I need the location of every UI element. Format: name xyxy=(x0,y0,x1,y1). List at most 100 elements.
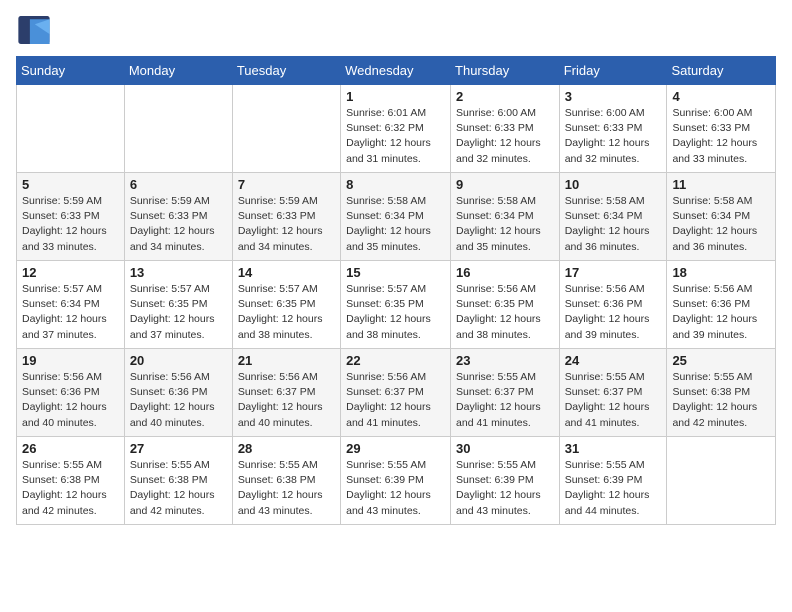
header-row: SundayMondayTuesdayWednesdayThursdayFrid… xyxy=(17,57,776,85)
day-number: 10 xyxy=(565,177,662,192)
calendar-cell: 2Sunrise: 6:00 AMSunset: 6:33 PMDaylight… xyxy=(451,85,560,173)
page-header xyxy=(16,16,776,44)
calendar-cell: 30Sunrise: 5:55 AMSunset: 6:39 PMDayligh… xyxy=(451,437,560,525)
calendar-cell: 1 Sunrise: 6:01 AMSunset: 6:32 PMDaylight… xyxy=(341,85,451,173)
day-info: Sunrise: 5:55 AMSunset: 6:38 PMDaylight:… xyxy=(238,458,335,519)
day-number: 17 xyxy=(565,265,662,280)
day-number: 26 xyxy=(22,441,119,456)
day-number: 6 xyxy=(130,177,227,192)
weekday-header-saturday: Saturday xyxy=(667,57,776,85)
day-info: Sunrise: 5:56 AMSunset: 6:37 PMDaylight:… xyxy=(238,370,335,431)
day-info: Sunrise: 5:57 AMSunset: 6:34 PMDaylight:… xyxy=(22,282,119,343)
day-number: 23 xyxy=(456,353,554,368)
week-row-2: 5 Sunrise: 5:59 AMSunset: 6:33 PMDaylight… xyxy=(17,173,776,261)
day-number: 4 xyxy=(672,89,770,104)
calendar-cell: 22Sunrise: 5:56 AMSunset: 6:37 PMDayligh… xyxy=(341,349,451,437)
calendar-cell: 4 Sunrise: 6:00 AMSunset: 6:33 PMDaylight… xyxy=(667,85,776,173)
calendar-cell: 7 Sunrise: 5:59 AMSunset: 6:33 PMDaylight… xyxy=(232,173,340,261)
day-info: Sunrise: 5:55 AMSunset: 6:38 PMDaylight:… xyxy=(130,458,227,519)
day-info: Sunrise: 5:58 AMSunset: 6:34 PMDaylight:… xyxy=(672,194,770,255)
calendar-cell: 25Sunrise: 5:55 AMSunset: 6:38 PMDayligh… xyxy=(667,349,776,437)
day-number: 24 xyxy=(565,353,662,368)
calendar-cell: 14Sunrise: 5:57 AMSunset: 6:35 PMDayligh… xyxy=(232,261,340,349)
day-info: Sunrise: 6:00 AMSunset: 6:33 PMDaylight:… xyxy=(565,106,662,167)
calendar-cell: 11 Sunrise: 5:58 AMSunset: 6:34 PMDayligh… xyxy=(667,173,776,261)
calendar-cell: 23 Sunrise: 5:55 AMSunset: 6:37 PMDayligh… xyxy=(451,349,560,437)
day-info: Sunrise: 5:58 AMSunset: 6:34 PMDaylight:… xyxy=(565,194,662,255)
calendar-cell: 10 Sunrise: 5:58 AMSunset: 6:34 PMDayligh… xyxy=(559,173,667,261)
day-info: Sunrise: 5:58 AMSunset: 6:34 PMDaylight:… xyxy=(346,194,445,255)
calendar-cell: 15Sunrise: 5:57 AMSunset: 6:35 PMDayligh… xyxy=(341,261,451,349)
week-row-3: 12 Sunrise: 5:57 AMSunset: 6:34 PMDayligh… xyxy=(17,261,776,349)
weekday-header-monday: Monday xyxy=(124,57,232,85)
day-number: 12 xyxy=(22,265,119,280)
calendar-cell: 20 Sunrise: 5:56 AMSunset: 6:36 PMDayligh… xyxy=(124,349,232,437)
calendar-header: SundayMondayTuesdayWednesdayThursdayFrid… xyxy=(17,57,776,85)
day-info: Sunrise: 5:58 AMSunset: 6:34 PMDaylight:… xyxy=(456,194,554,255)
day-info: Sunrise: 5:56 AMSunset: 6:36 PMDaylight:… xyxy=(22,370,119,431)
weekday-header-thursday: Thursday xyxy=(451,57,560,85)
day-number: 13 xyxy=(130,265,227,280)
calendar-cell: 28 Sunrise: 5:55 AMSunset: 6:38 PMDayligh… xyxy=(232,437,340,525)
calendar-cell: 29Sunrise: 5:55 AMSunset: 6:39 PMDayligh… xyxy=(341,437,451,525)
calendar-cell: 16 Sunrise: 5:56 AMSunset: 6:35 PMDayligh… xyxy=(451,261,560,349)
calendar-cell: 5 Sunrise: 5:59 AMSunset: 6:33 PMDaylight… xyxy=(17,173,125,261)
weekday-header-wednesday: Wednesday xyxy=(341,57,451,85)
calendar-cell: 19 Sunrise: 5:56 AMSunset: 6:36 PMDayligh… xyxy=(17,349,125,437)
day-number: 7 xyxy=(238,177,335,192)
calendar-cell: 21 Sunrise: 5:56 AMSunset: 6:37 PMDayligh… xyxy=(232,349,340,437)
day-info: Sunrise: 5:55 AMSunset: 6:38 PMDaylight:… xyxy=(22,458,119,519)
day-number: 3 xyxy=(565,89,662,104)
day-number: 19 xyxy=(22,353,119,368)
day-info: Sunrise: 5:55 AMSunset: 6:39 PMDaylight:… xyxy=(456,458,554,519)
day-number: 28 xyxy=(238,441,335,456)
day-number: 27 xyxy=(130,441,227,456)
day-info: Sunrise: 5:55 AMSunset: 6:38 PMDaylight:… xyxy=(672,370,770,431)
day-number: 8 xyxy=(346,177,445,192)
calendar-cell: 13Sunrise: 5:57 AMSunset: 6:35 PMDayligh… xyxy=(124,261,232,349)
day-number: 11 xyxy=(672,177,770,192)
calendar-cell: 8 Sunrise: 5:58 AMSunset: 6:34 PMDaylight… xyxy=(341,173,451,261)
calendar-cell xyxy=(232,85,340,173)
weekday-header-friday: Friday xyxy=(559,57,667,85)
week-row-5: 26 Sunrise: 5:55 AMSunset: 6:38 PMDayligh… xyxy=(17,437,776,525)
day-number: 20 xyxy=(130,353,227,368)
calendar-cell: 26 Sunrise: 5:55 AMSunset: 6:38 PMDayligh… xyxy=(17,437,125,525)
day-number: 5 xyxy=(22,177,119,192)
logo xyxy=(16,16,54,44)
day-number: 22 xyxy=(346,353,445,368)
day-info: Sunrise: 5:59 AMSunset: 6:33 PMDaylight:… xyxy=(22,194,119,255)
day-info: Sunrise: 5:56 AMSunset: 6:36 PMDaylight:… xyxy=(672,282,770,343)
calendar-cell xyxy=(17,85,125,173)
day-info: Sunrise: 5:55 AMSunset: 6:37 PMDaylight:… xyxy=(456,370,554,431)
day-number: 16 xyxy=(456,265,554,280)
day-number: 29 xyxy=(346,441,445,456)
weekday-header-sunday: Sunday xyxy=(17,57,125,85)
week-row-4: 19 Sunrise: 5:56 AMSunset: 6:36 PMDayligh… xyxy=(17,349,776,437)
day-info: Sunrise: 5:59 AMSunset: 6:33 PMDaylight:… xyxy=(238,194,335,255)
day-info: Sunrise: 5:55 AMSunset: 6:37 PMDaylight:… xyxy=(565,370,662,431)
day-info: Sunrise: 5:56 AMSunset: 6:36 PMDaylight:… xyxy=(565,282,662,343)
day-number: 31 xyxy=(565,441,662,456)
day-info: Sunrise: 6:00 AMSunset: 6:33 PMDaylight:… xyxy=(672,106,770,167)
day-info: Sunrise: 5:55 AMSunset: 6:39 PMDaylight:… xyxy=(565,458,662,519)
day-info: Sunrise: 5:59 AMSunset: 6:33 PMDaylight:… xyxy=(130,194,227,255)
day-info: Sunrise: 5:57 AMSunset: 6:35 PMDaylight:… xyxy=(238,282,335,343)
day-number: 9 xyxy=(456,177,554,192)
day-info: Sunrise: 5:56 AMSunset: 6:35 PMDaylight:… xyxy=(456,282,554,343)
calendar-cell: 3 Sunrise: 6:00 AMSunset: 6:33 PMDaylight… xyxy=(559,85,667,173)
week-row-1: 1 Sunrise: 6:01 AMSunset: 6:32 PMDaylight… xyxy=(17,85,776,173)
calendar-cell xyxy=(667,437,776,525)
calendar-table: SundayMondayTuesdayWednesdayThursdayFrid… xyxy=(16,56,776,525)
calendar-cell: 12 Sunrise: 5:57 AMSunset: 6:34 PMDayligh… xyxy=(17,261,125,349)
calendar-cell: 17 Sunrise: 5:56 AMSunset: 6:36 PMDayligh… xyxy=(559,261,667,349)
day-info: Sunrise: 6:01 AMSunset: 6:32 PMDaylight:… xyxy=(346,106,445,167)
day-info: Sunrise: 6:00 AMSunset: 6:33 PMDaylight:… xyxy=(456,106,554,167)
day-info: Sunrise: 5:56 AMSunset: 6:36 PMDaylight:… xyxy=(130,370,227,431)
calendar-cell: 27 Sunrise: 5:55 AMSunset: 6:38 PMDayligh… xyxy=(124,437,232,525)
day-number: 15 xyxy=(346,265,445,280)
logo-icon xyxy=(16,16,52,44)
calendar-cell: 31 Sunrise: 5:55 AMSunset: 6:39 PMDayligh… xyxy=(559,437,667,525)
day-number: 1 xyxy=(346,89,445,104)
day-number: 21 xyxy=(238,353,335,368)
